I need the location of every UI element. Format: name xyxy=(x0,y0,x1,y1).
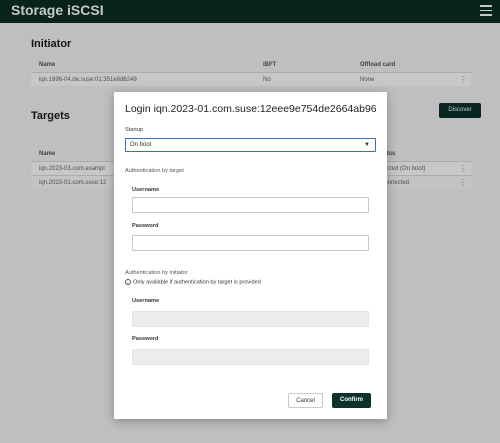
initiator-hint: i Only available if authentication by tar… xyxy=(125,279,261,285)
initiator-password-input[interactable] xyxy=(132,349,369,365)
auth-by-initiator-label: Authentication by initiator xyxy=(125,270,188,276)
caret-down-icon: ▼ xyxy=(364,142,370,148)
initiator-password-label: Password xyxy=(132,336,159,342)
startup-value: On boot xyxy=(130,142,152,148)
initiator-username-label: Username xyxy=(132,298,160,304)
initiator-hint-text: Only available if authentication by targ… xyxy=(133,279,261,286)
username-label: Username xyxy=(132,187,160,193)
info-icon: i xyxy=(125,279,131,285)
dialog-title: Login iqn.2023-01.com.suse:12eee9e754de2… xyxy=(125,103,377,115)
auth-by-target-label: Authentication by target xyxy=(125,168,184,174)
login-dialog: Login iqn.2023-01.com.suse:12eee9e754de2… xyxy=(114,92,387,419)
initiator-username-input[interactable] xyxy=(132,311,369,327)
password-label: Password xyxy=(132,223,159,229)
username-input[interactable] xyxy=(132,197,369,213)
startup-label: Startup xyxy=(125,127,144,133)
startup-select[interactable]: On boot ▼ xyxy=(125,138,376,152)
confirm-button[interactable]: Confirm xyxy=(332,393,371,408)
password-input[interactable] xyxy=(132,235,369,251)
cancel-button[interactable]: Cancel xyxy=(288,393,323,408)
